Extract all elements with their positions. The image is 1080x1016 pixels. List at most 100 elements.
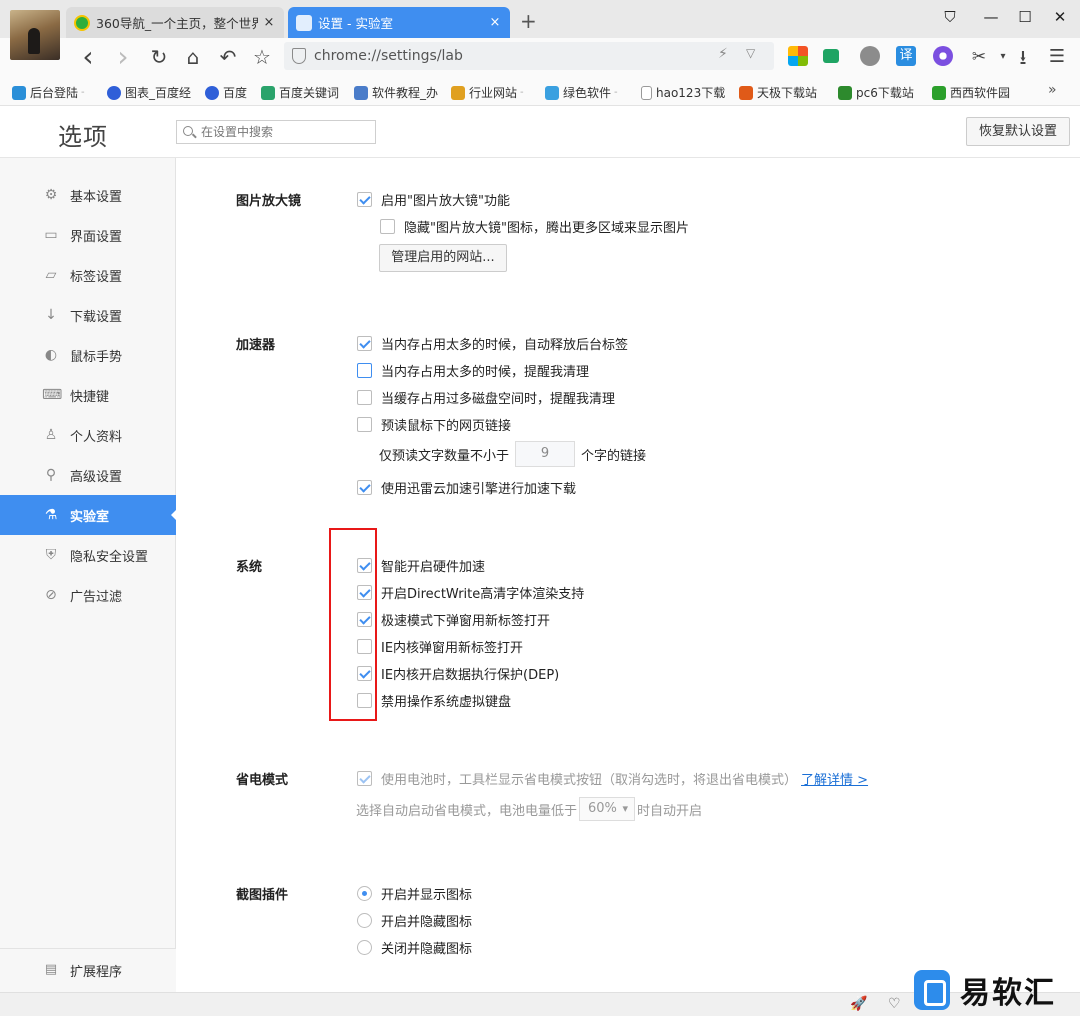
- forward-button[interactable]: ›: [110, 43, 136, 71]
- radio-show-icon[interactable]: 开启并显示图标: [357, 884, 472, 903]
- bookmark-star-icon[interactable]: ☆: [249, 44, 275, 70]
- sidebar-item-profile[interactable]: ♙ 个人资料: [0, 415, 176, 455]
- speed-mode-icon[interactable]: ⚡: [718, 46, 728, 62]
- bookmark-item[interactable]: 后台登陆 -: [12, 84, 85, 101]
- sidebar-item-label: 扩展程序: [70, 965, 123, 980]
- gear-icon: ⚙: [44, 187, 58, 203]
- sidebar-item-tabs[interactable]: ▱ 标签设置: [0, 255, 176, 295]
- sidebar-item-lab[interactable]: ⚗ 实验室: [0, 495, 177, 535]
- sidebar-item-interface[interactable]: ▭ 界面设置: [0, 215, 176, 255]
- option-cache-reminder[interactable]: 当缓存占用过多磁盘空间时，提醒我清理: [357, 388, 615, 407]
- option-memory-reminder[interactable]: 当内存占用太多的时候，提醒我清理: [357, 361, 589, 380]
- option-popup-new-tab[interactable]: 极速模式下弹窗用新标签打开: [357, 610, 550, 629]
- prefetch-length-input[interactable]: 9: [515, 441, 576, 467]
- sidebar-item-extensions[interactable]: ▤ 扩展程序: [0, 948, 176, 992]
- user-avatar[interactable]: [10, 10, 60, 60]
- back-button[interactable]: ‹: [75, 43, 101, 71]
- extensions-icon: ▤: [44, 961, 58, 977]
- checkbox-unchecked[interactable]: [357, 417, 372, 432]
- bookmark-item[interactable]: 图表_百度经: [107, 84, 191, 101]
- bookmark-item[interactable]: 软件教程_办: [354, 84, 438, 101]
- address-bar[interactable]: chrome://settings/lab ⚡ ▽: [284, 42, 774, 70]
- option-magnifier-enable[interactable]: 启用"图片放大镜"功能: [357, 190, 510, 209]
- checkbox-unchecked[interactable]: [357, 363, 372, 378]
- heart-icon[interactable]: ♡: [888, 996, 901, 1012]
- sidebar-item-privacy[interactable]: ⛨ 隐私安全设置: [0, 535, 176, 575]
- option-magnifier-hide-icon[interactable]: 隐藏"图片放大镜"图标，腾出更多区域来显示图片: [380, 217, 689, 236]
- new-tab-button[interactable]: +: [520, 11, 537, 31]
- tab-settings-lab[interactable]: 设置 - 实验室 ×: [288, 7, 510, 38]
- reload-button[interactable]: ↻: [146, 44, 172, 70]
- bookmark-icon: [12, 85, 26, 100]
- sidebar-item-download[interactable]: ↓ 下载设置: [0, 295, 176, 335]
- home-button[interactable]: ⌂: [180, 44, 206, 70]
- baidu-paw-icon: [107, 85, 121, 100]
- watermark-text: 易软汇: [960, 976, 1056, 1011]
- search-input[interactable]: [201, 124, 371, 140]
- bookmark-item[interactable]: 百度关键词: [261, 84, 339, 101]
- sidebar-item-mouse-gestures[interactable]: ◐ 鼠标手势: [0, 335, 176, 375]
- checkbox-unchecked[interactable]: [357, 390, 372, 405]
- bookmark-item[interactable]: pc6下载站: [838, 84, 914, 101]
- security-shield-icon[interactable]: [292, 48, 306, 64]
- radio-hide-icon[interactable]: 开启并隐藏图标: [357, 911, 472, 930]
- option-directwrite[interactable]: 开启DirectWrite高清字体渲染支持: [357, 583, 584, 602]
- option-label: 当内存占用太多的时候，提醒我清理: [381, 365, 590, 380]
- settings-search[interactable]: [176, 120, 376, 144]
- bookmarks-more-icon[interactable]: »: [1048, 82, 1057, 98]
- ai-assistant-icon[interactable]: [933, 46, 953, 66]
- radio-selected[interactable]: [357, 886, 372, 901]
- radio-unselected[interactable]: [357, 940, 372, 955]
- sidebar-item-basic[interactable]: ⚙ 基本设置: [0, 175, 176, 215]
- manage-sites-button[interactable]: 管理启用的网站...: [379, 244, 507, 272]
- skin-icon[interactable]: ⛉: [938, 8, 962, 26]
- option-release-background-tabs[interactable]: 当内存占用太多的时候，自动释放后台标签: [357, 334, 628, 353]
- cloud-icon[interactable]: [860, 46, 880, 66]
- radio-unselected[interactable]: [357, 913, 372, 928]
- tab-close-icon[interactable]: ×: [488, 15, 502, 30]
- option-thunder-accelerate[interactable]: 使用迅雷云加速引擎进行加速下载: [357, 478, 576, 497]
- option-prefetch-links[interactable]: 预读鼠标下的网页链接: [357, 415, 511, 434]
- checkbox-checked[interactable]: [357, 192, 372, 207]
- maximize-button[interactable]: ☐: [1013, 8, 1037, 26]
- bookmark-icon: [261, 85, 275, 100]
- rocket-icon[interactable]: 🚀: [850, 996, 867, 1012]
- undo-close-tab-button[interactable]: ↶: [215, 44, 241, 70]
- checkbox-checked[interactable]: [357, 480, 372, 495]
- option-power-button: 使用电池时，工具栏显示省电模式按钮（取消勾选时，将退出省电模式） 了解详情 >: [357, 769, 868, 788]
- sidebar-item-advanced[interactable]: ⚲ 高级设置: [0, 455, 176, 495]
- checkbox-checked[interactable]: [357, 336, 372, 351]
- url-text[interactable]: chrome://settings/lab: [314, 48, 463, 64]
- menu-icon[interactable]: ☰: [1044, 44, 1070, 70]
- close-window-button[interactable]: ✕: [1048, 8, 1072, 26]
- prefetch-length-row: 仅预读文字数量不小于 9 个字的链接: [379, 441, 646, 467]
- windows-app-icon[interactable]: [788, 46, 808, 66]
- screenshot-cut-icon[interactable]: ✂: [966, 44, 992, 70]
- bookmark-item[interactable]: 行业网站 -: [451, 84, 524, 101]
- tab-360-nav[interactable]: 360导航_一个主页，整个世界 ×: [66, 7, 284, 38]
- bookmark-item[interactable]: 绿色软件 -: [545, 84, 618, 101]
- bookmark-item[interactable]: 天极下载站: [739, 84, 817, 101]
- bookmark-item[interactable]: 西西软件园: [932, 84, 1010, 101]
- minimize-button[interactable]: —: [979, 8, 1003, 26]
- learn-more-link[interactable]: 了解详情 >: [801, 769, 868, 788]
- bookmark-item[interactable]: hao123下载: [641, 84, 725, 101]
- checkbox-unchecked[interactable]: [380, 219, 395, 234]
- option-label: 开启并隐藏图标: [381, 915, 473, 930]
- sidebar-item-shortcuts[interactable]: ⌨ 快捷键: [0, 375, 176, 415]
- option-label: 个字的链接: [581, 448, 647, 464]
- option-ie-dep[interactable]: IE内核开启数据执行保护(DEP): [357, 664, 559, 683]
- tab-close-icon[interactable]: ×: [262, 15, 276, 30]
- option-disable-virtual-keyboard[interactable]: 禁用操作系统虚拟键盘: [357, 691, 511, 710]
- restore-defaults-button[interactable]: 恢复默认设置: [966, 117, 1070, 146]
- translate-icon[interactable]: 译: [896, 46, 916, 66]
- download-icon[interactable]: ⭳: [1010, 44, 1036, 70]
- chevron-down-icon[interactable]: ▽: [746, 46, 755, 60]
- sidebar-item-adblock[interactable]: ⊘ 广告过滤: [0, 575, 176, 615]
- option-label: IE内核弹窗用新标签打开: [381, 641, 524, 656]
- tab-title: 360导航_一个主页，整个世界: [96, 16, 258, 31]
- bookmark-item[interactable]: 百度: [205, 84, 247, 101]
- chat-icon[interactable]: [823, 49, 839, 63]
- radio-disable[interactable]: 关闭并隐藏图标: [357, 938, 472, 957]
- option-ie-popup-new-tab[interactable]: IE内核弹窗用新标签打开: [357, 637, 523, 656]
